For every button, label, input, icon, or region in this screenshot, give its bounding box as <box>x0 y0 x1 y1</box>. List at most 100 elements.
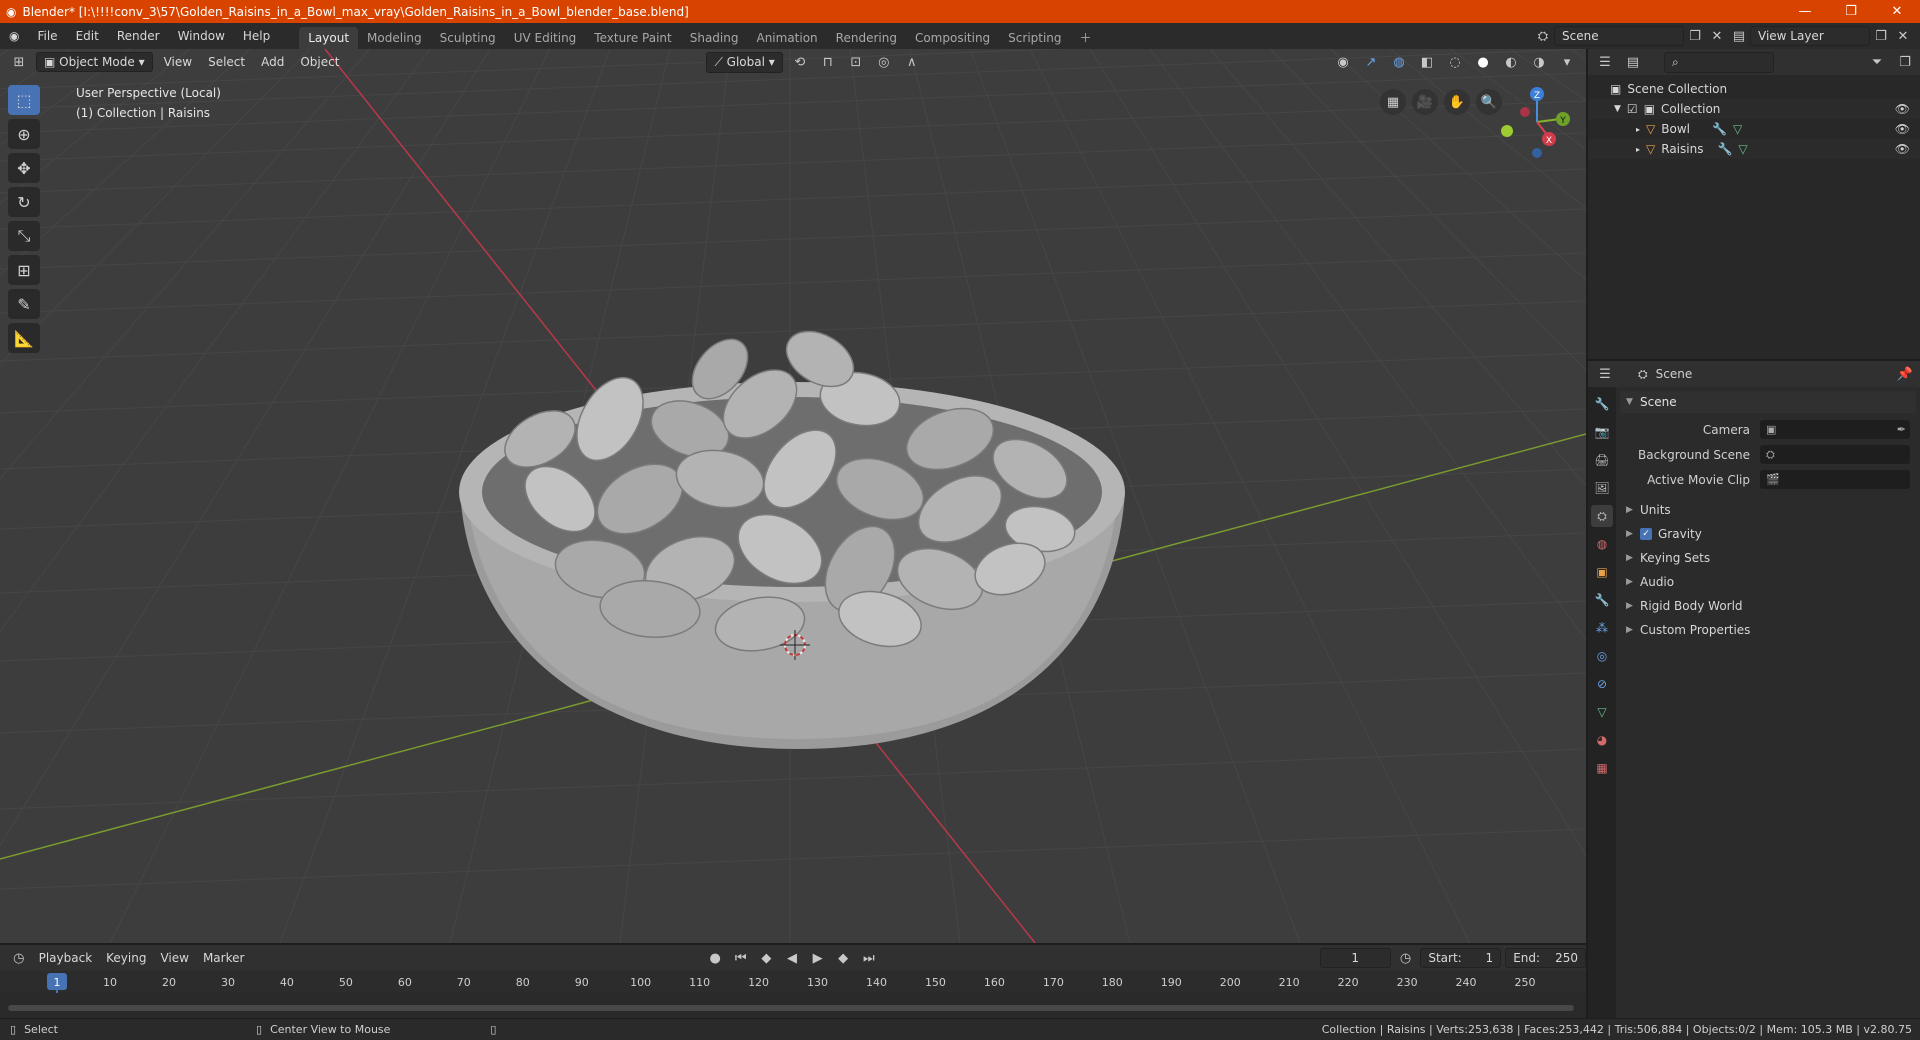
outliner-editor-type-icon[interactable]: ☰ <box>1594 52 1616 72</box>
view-layer-selector[interactable]: View Layer <box>1750 26 1870 46</box>
eyedropper-icon[interactable]: ✒ <box>1897 423 1906 436</box>
new-view-layer-icon[interactable]: ❐ <box>1870 26 1892 46</box>
zoom-icon[interactable]: 🔍 <box>1476 89 1502 115</box>
tab-uv-editing[interactable]: UV Editing <box>505 27 586 49</box>
eye-icon[interactable]: 👁 <box>1895 142 1910 156</box>
tab-layout[interactable]: Layout <box>299 27 359 49</box>
next-keyframe-icon[interactable]: ◆ <box>832 948 854 968</box>
material-tab-icon[interactable]: ◕ <box>1591 729 1613 751</box>
rotate-tool-icon[interactable]: ↻ <box>8 187 40 217</box>
particles-tab-icon[interactable]: ⁂ <box>1591 617 1613 639</box>
viewport-menu-object[interactable]: Object <box>295 55 344 69</box>
timeline-scrollbar[interactable] <box>8 1005 1574 1011</box>
grid-view-icon[interactable]: ▦ <box>1380 89 1406 115</box>
scene-tab-icon[interactable]: ⛭ <box>1591 505 1613 527</box>
filter-icon[interactable]: ⏷ <box>1866 52 1888 72</box>
transform-orientation-dropdown[interactable]: ⟋ Global ▾ <box>706 51 783 73</box>
output-tab-icon[interactable]: 🖨 <box>1591 449 1613 471</box>
expand-arrow-icon[interactable]: ▸ <box>1636 145 1640 154</box>
pin-icon[interactable]: 📌 <box>1894 364 1916 384</box>
outliner-search-input[interactable]: ⌕ <box>1664 51 1774 73</box>
add-workspace-icon[interactable]: ＋ <box>1071 27 1101 49</box>
annotate-tool-icon[interactable]: ✎ <box>8 289 40 319</box>
tab-shading[interactable]: Shading <box>681 27 748 49</box>
timeline-menu-keying[interactable]: Keying <box>101 951 151 965</box>
shading-material-icon[interactable]: ◐ <box>1500 52 1522 72</box>
view-layer-tab-icon[interactable]: 🖼 <box>1591 477 1613 499</box>
scene-icon[interactable]: ⛭ <box>1532 26 1554 46</box>
current-frame-field[interactable]: 1 <box>1319 948 1391 968</box>
keying-sets-subpanel[interactable]: ▶ Keying Sets <box>1620 546 1916 570</box>
3d-viewport[interactable]: Z Y X ⊞ ▣ Object Mode ▾ View Select Add … <box>0 49 1586 943</box>
audio-subpanel[interactable]: ▶ Audio <box>1620 570 1916 594</box>
scene-panel-header[interactable]: ▼ Scene <box>1620 391 1916 413</box>
physics-tab-icon[interactable]: ◎ <box>1591 645 1613 667</box>
timeline-menu-view[interactable]: View <box>155 951 193 965</box>
custom-properties-subpanel[interactable]: ▶ Custom Properties <box>1620 618 1916 642</box>
camera-view-icon[interactable]: 🎥 <box>1412 89 1438 115</box>
pan-hand-icon[interactable]: ✋ <box>1444 89 1470 115</box>
prev-keyframe-icon[interactable]: ◆ <box>756 948 778 968</box>
shading-options-icon[interactable]: ▾ <box>1556 52 1578 72</box>
world-tab-icon[interactable]: ◍ <box>1591 533 1613 555</box>
menu-render[interactable]: Render <box>108 23 169 49</box>
expand-arrow-icon[interactable]: ▶ <box>1626 625 1640 635</box>
snap-icon[interactable]: ⊓ <box>817 52 839 72</box>
shading-wireframe-icon[interactable]: ◌ <box>1444 52 1466 72</box>
viewport-menu-select[interactable]: Select <box>203 55 250 69</box>
jump-start-icon[interactable]: ⏮ <box>730 948 752 968</box>
measure-tool-icon[interactable]: 📐 <box>8 323 40 353</box>
modifier-wrench-icon[interactable]: 🔧 <box>1717 142 1732 156</box>
timeline-menu-marker[interactable]: Marker <box>198 951 249 965</box>
active-movie-clip-field[interactable]: 🎬 <box>1760 470 1910 489</box>
eye-icon[interactable]: 👁 <box>1895 122 1910 136</box>
gravity-checkbox[interactable]: ✓ <box>1640 528 1652 540</box>
tab-compositing[interactable]: Compositing <box>906 27 999 49</box>
menu-file[interactable]: File <box>28 23 66 49</box>
pivot-point-icon[interactable]: ⟲ <box>789 52 811 72</box>
cursor-tool-icon[interactable]: ⊕ <box>8 119 40 149</box>
timeline-editor-type-icon[interactable]: ◷ <box>8 948 30 968</box>
scene-selector[interactable]: Scene <box>1554 26 1684 46</box>
panel-collapse-icon[interactable]: ▼ <box>1626 397 1640 407</box>
object-tab-icon[interactable]: ▣ <box>1591 561 1613 583</box>
mesh-data-icon[interactable]: ▽ <box>1733 122 1742 136</box>
jump-end-icon[interactable]: ⏭ <box>858 948 880 968</box>
preview-range-icon[interactable]: ◷ <box>1395 948 1417 968</box>
scale-tool-icon[interactable]: ⤡ <box>8 221 40 251</box>
expand-arrow-icon[interactable]: ▶ <box>1626 601 1640 611</box>
minimize-button[interactable]: — <box>1782 4 1828 19</box>
new-collection-icon[interactable]: ❐ <box>1894 52 1916 72</box>
background-scene-field[interactable]: ⛭ <box>1760 445 1910 464</box>
visibility-icon[interactable]: ◉ <box>1332 52 1354 72</box>
overlay-toggle-icon[interactable]: ◍ <box>1388 52 1410 72</box>
data-tab-icon[interactable]: ▽ <box>1591 701 1613 723</box>
shading-rendered-icon[interactable]: ◑ <box>1528 52 1550 72</box>
scene-collection-row[interactable]: ▣ Scene Collection <box>1588 79 1920 99</box>
collapse-arrow-icon[interactable]: ▼ <box>1614 104 1621 114</box>
end-frame-field[interactable]: End: 250 <box>1505 948 1587 968</box>
gizmo-toggle-icon[interactable]: ↗ <box>1360 52 1382 72</box>
units-subpanel[interactable]: ▶ Units <box>1620 498 1916 522</box>
expand-arrow-icon[interactable]: ▶ <box>1626 529 1640 539</box>
timeline-ruler[interactable]: 1 10 20 30 40 50 60 70 80 90 100 110 120 130 140 150 160… <box>0 971 1586 993</box>
play-icon[interactable]: ▶ <box>807 948 829 968</box>
new-scene-icon[interactable]: ❐ <box>1684 26 1706 46</box>
blender-menu-icon[interactable]: ◉ <box>0 23 28 49</box>
mode-selector[interactable]: ▣ Object Mode ▾ <box>36 52 153 72</box>
outliner-item-raisins[interactable]: ▸ ▽ Raisins 🔧 ▽ 👁 <box>1588 139 1920 159</box>
texture-tab-icon[interactable]: ▦ <box>1591 757 1613 779</box>
viewport-menu-add[interactable]: Add <box>256 55 289 69</box>
select-box-tool-icon[interactable]: ⬚ <box>8 85 40 115</box>
collection-row[interactable]: ▼ ☑ ▣ Collection 👁 <box>1588 99 1920 119</box>
shading-solid-icon[interactable]: ● <box>1472 52 1494 72</box>
view-layer-icon[interactable]: ▤ <box>1728 26 1750 46</box>
properties-editor-type-icon[interactable]: ☰ <box>1594 364 1616 384</box>
gravity-subpanel[interactable]: ▶ ✓ Gravity <box>1620 522 1916 546</box>
remove-scene-icon[interactable]: ✕ <box>1706 26 1728 46</box>
display-mode-icon[interactable]: ▤ <box>1622 52 1644 72</box>
viewport-menu-view[interactable]: View <box>159 55 197 69</box>
remove-view-layer-icon[interactable]: ✕ <box>1892 26 1914 46</box>
restore-button[interactable]: ❐ <box>1828 4 1874 19</box>
mesh-data-icon[interactable]: ▽ <box>1738 142 1747 156</box>
